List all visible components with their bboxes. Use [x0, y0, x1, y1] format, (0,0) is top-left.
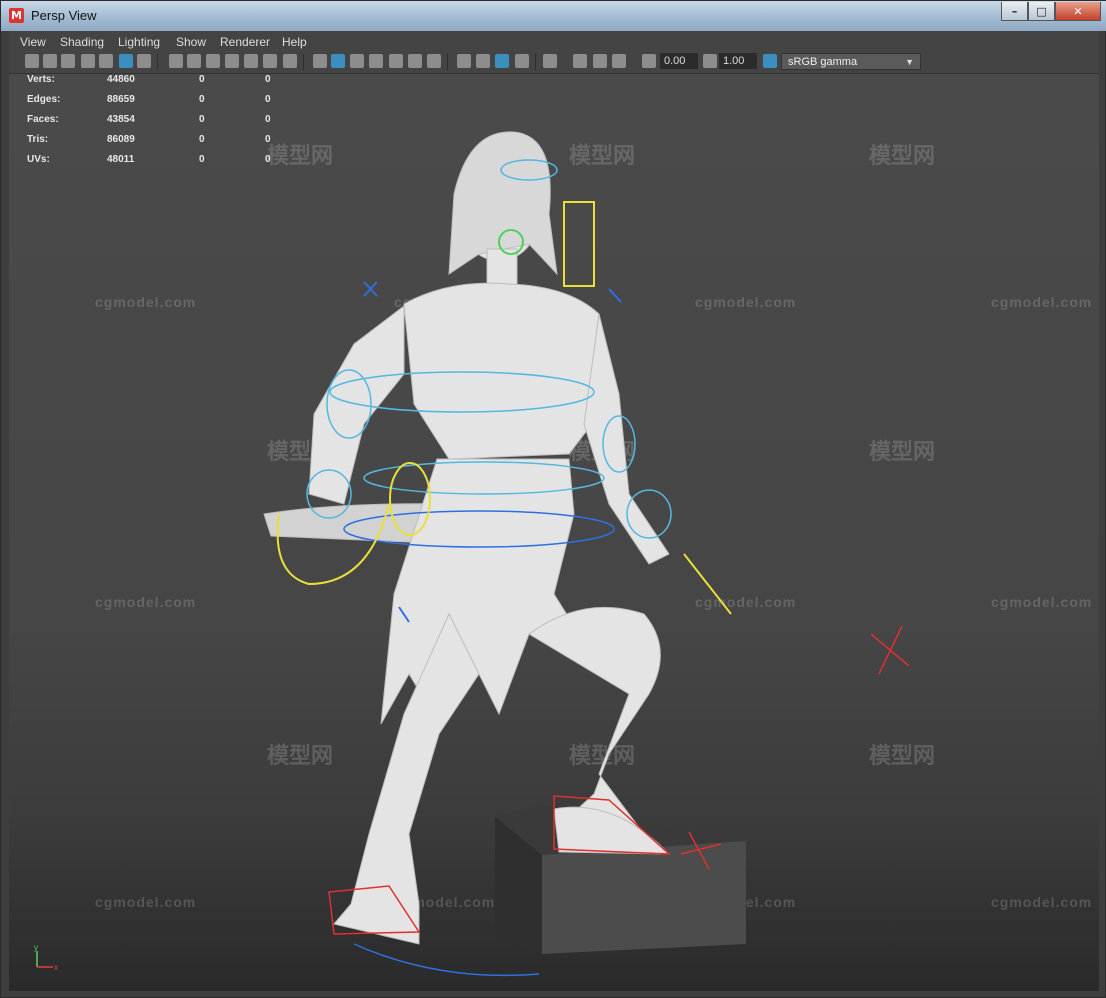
view-transform-value: sRGB gamma [788, 56, 858, 68]
hud-value: 88659 [107, 94, 135, 105]
wireframe-icon[interactable] [313, 54, 327, 68]
hud-label: Edges: [27, 94, 61, 105]
window-title: Persp View [31, 8, 97, 23]
hud-selected: 0 [199, 134, 205, 145]
hud-uv: 0 [265, 154, 271, 165]
menu-renderer[interactable]: Renderer [220, 35, 270, 49]
hud-selected: 0 [199, 114, 205, 125]
lights-icon[interactable] [408, 54, 422, 68]
axis-y-label: y [34, 943, 38, 952]
perspective-viewport[interactable]: cgmodel.com cgmodel.com cgmodel.com cgmo… [9, 74, 1099, 991]
hud-row-edges: Edges: 88659 0 0 [27, 94, 287, 108]
title-bar[interactable]: M Persp View – □ ✕ [1, 1, 1106, 31]
axis-gizmo: y x [31, 943, 61, 975]
hud-label: Faces: [27, 114, 59, 125]
exposure-icon[interactable] [642, 54, 656, 68]
image-plane-icon[interactable] [81, 54, 95, 68]
hud-value: 86089 [107, 134, 135, 145]
default-material-icon[interactable] [369, 54, 383, 68]
smooth-shade-icon[interactable] [331, 54, 345, 68]
scene-canvas [263, 131, 910, 977]
select-camera-icon[interactable] [25, 54, 39, 68]
xray-icon[interactable] [573, 54, 587, 68]
hud-row-uvs: UVs: 48011 0 0 [27, 154, 287, 168]
panel-frame: View Shading Lighting Show Renderer Help [9, 31, 1099, 991]
gate-mask-icon[interactable] [225, 54, 239, 68]
hud-row-faces: Faces: 43854 0 0 [27, 114, 287, 128]
view-transform-dropdown[interactable]: sRGB gamma ▼ [781, 53, 921, 70]
isolate-select-icon[interactable] [543, 54, 557, 68]
panel-menubar: View Shading Lighting Show Renderer Help [9, 31, 1099, 51]
hud-value: 44860 [107, 74, 135, 85]
hud-uv: 0 [265, 134, 271, 145]
film-gate-icon[interactable] [187, 54, 201, 68]
hud-label: Tris: [27, 134, 49, 145]
gamma-field[interactable]: 1.00 [719, 53, 757, 69]
grease-pencil-tool-icon[interactable] [137, 54, 151, 68]
axis-gizmo-icon: y x [34, 943, 58, 972]
toolbar-separator [303, 54, 304, 70]
window-controls: – □ ✕ [1001, 2, 1101, 22]
xray-active-components-icon[interactable] [593, 54, 607, 68]
hud-label: Verts: [27, 74, 55, 85]
hud-uv: 0 [265, 114, 271, 125]
anti-aliasing-icon[interactable] [495, 54, 509, 68]
hud-row-tris: Tris: 86089 0 0 [27, 134, 287, 148]
close-button[interactable]: ✕ [1055, 2, 1101, 21]
hud-row-verts: Verts: 44860 0 0 [27, 74, 287, 88]
hud-uv: 0 [265, 74, 271, 85]
motion-blur-icon[interactable] [476, 54, 490, 68]
menu-show[interactable]: Show [176, 35, 206, 49]
field-chart-icon[interactable] [244, 54, 258, 68]
color-management-icon[interactable] [763, 54, 777, 68]
gamma-icon[interactable] [703, 54, 717, 68]
hud-value: 48011 [107, 154, 135, 165]
maya-window: M Persp View – □ ✕ View Shading Lighting… [0, 0, 1106, 998]
hud-label: UVs: [27, 154, 50, 165]
resolution-gate-icon[interactable] [206, 54, 220, 68]
hud-value: 43854 [107, 114, 135, 125]
axis-x-label: x [54, 963, 58, 972]
bookmarks-icon[interactable] [61, 54, 75, 68]
safe-action-icon[interactable] [263, 54, 277, 68]
safe-title-icon[interactable] [283, 54, 297, 68]
hud-selected: 0 [199, 94, 205, 105]
toolbar-separator [157, 54, 158, 70]
camera-attributes-icon[interactable] [43, 54, 57, 68]
menu-lighting[interactable]: Lighting [118, 35, 160, 49]
maya-logo-icon: M [9, 8, 24, 23]
minimize-button[interactable]: – [1001, 2, 1028, 21]
toolbar-separator [535, 54, 536, 70]
toolbar-separator [447, 54, 448, 70]
chevron-down-icon: ▼ [905, 57, 914, 67]
2d-pan-zoom-icon[interactable] [119, 54, 133, 68]
exposure-field[interactable]: 0.00 [660, 53, 698, 69]
textured-icon[interactable] [389, 54, 403, 68]
panel-toolbar: 0.00 1.00 sRGB gamma ▼ [9, 51, 1099, 74]
grease-pencil-icon[interactable] [99, 54, 113, 68]
depth-of-field-icon[interactable] [515, 54, 529, 68]
character-model[interactable] [263, 131, 671, 945]
hud-selected: 0 [199, 74, 205, 85]
wireframe-on-shaded-icon[interactable] [350, 54, 364, 68]
maximize-button[interactable]: □ [1028, 2, 1055, 21]
menu-view[interactable]: View [20, 35, 46, 49]
screen-space-ao-icon[interactable] [457, 54, 471, 68]
hud-selected: 0 [199, 154, 205, 165]
menu-shading[interactable]: Shading [60, 35, 104, 49]
hud-uv: 0 [265, 94, 271, 105]
xray-joints-icon[interactable] [612, 54, 626, 68]
shadows-icon[interactable] [427, 54, 441, 68]
menu-help[interactable]: Help [282, 35, 307, 49]
grid-icon[interactable] [169, 54, 183, 68]
